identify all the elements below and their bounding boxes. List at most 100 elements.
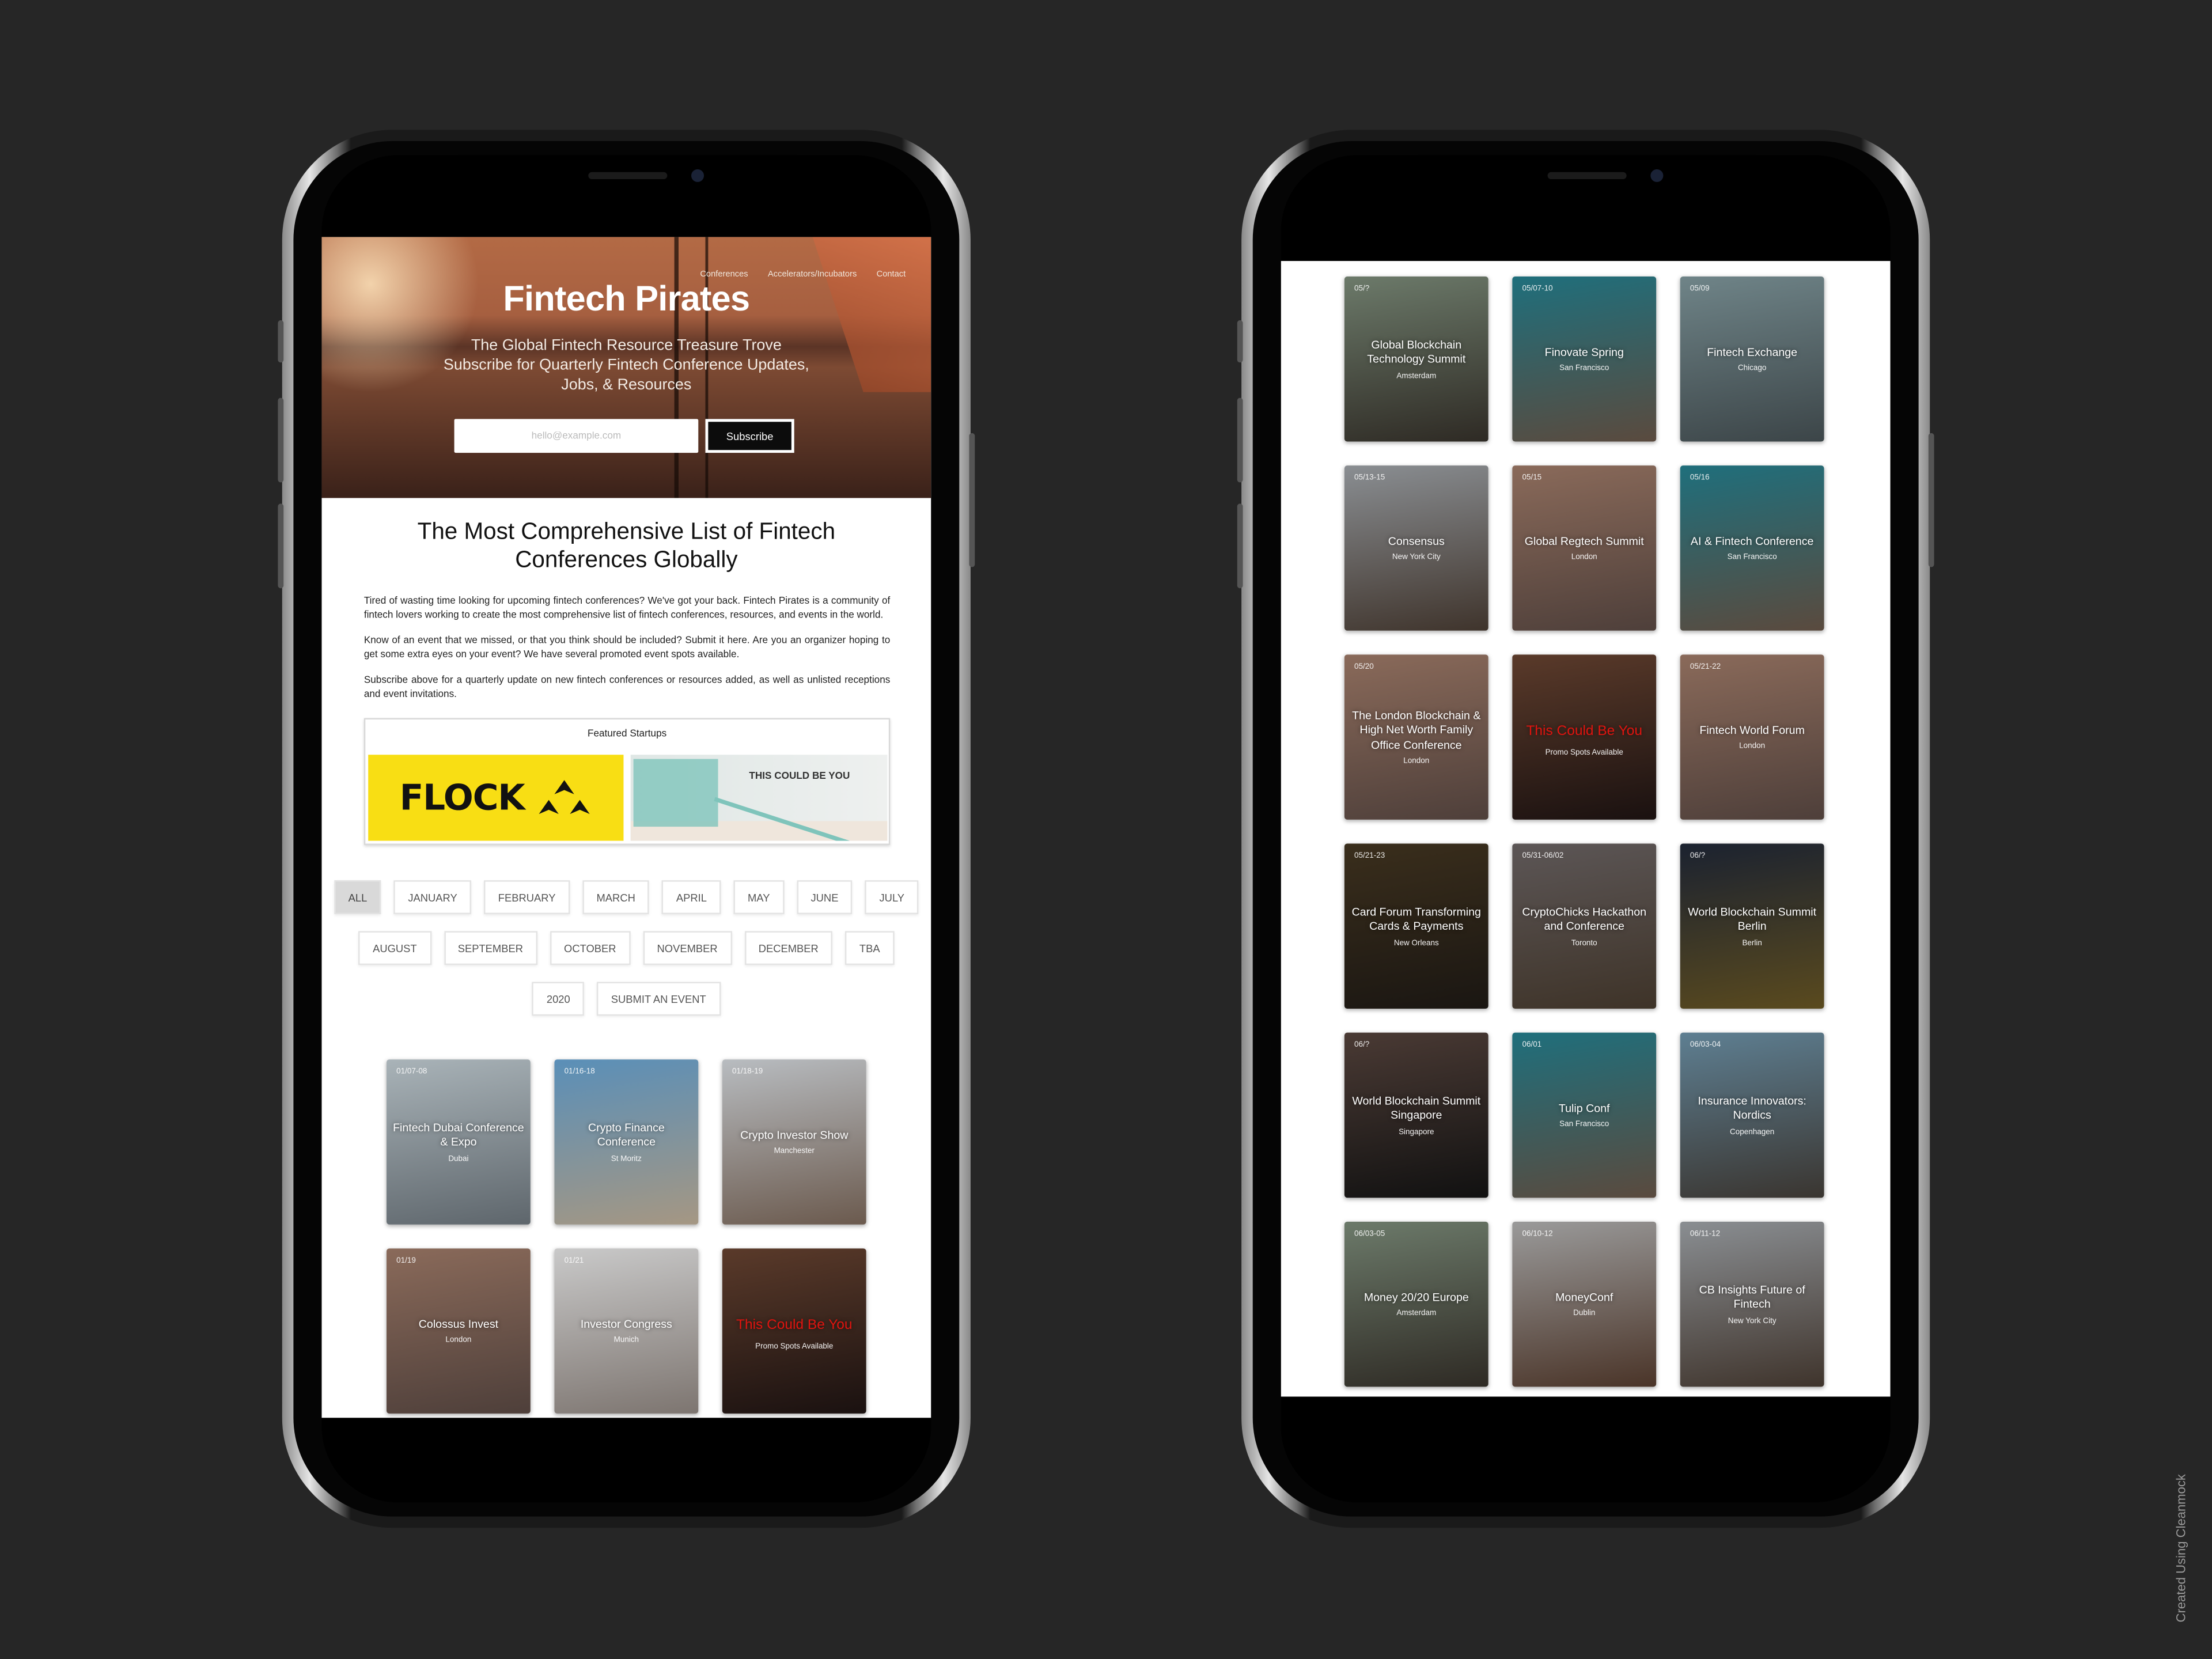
event-card[interactable]: 01/19 Colossus Invest London: [387, 1248, 531, 1414]
filter-february[interactable]: FEBRUARY: [484, 880, 570, 914]
filter-november[interactable]: NOVEMBER: [643, 931, 732, 965]
event-card[interactable]: 05/31-06/02 CryptoChicks Hackathon and C…: [1512, 843, 1657, 1009]
event-city: Promo Spots Available: [755, 1342, 834, 1351]
promo-card[interactable]: This Could Be You Promo Spots Available: [1512, 654, 1657, 820]
filter-submit-an-event[interactable]: SUBMIT AN EVENT: [597, 982, 721, 1016]
filter-december[interactable]: DECEMBER: [744, 931, 833, 965]
event-card[interactable]: 05/09 Fintech Exchange Chicago: [1680, 276, 1824, 442]
filter-tba[interactable]: TBA: [845, 931, 895, 965]
event-date: 05/15: [1522, 474, 1542, 483]
event-city: San Francisco: [1559, 364, 1609, 373]
event-card[interactable]: 05/13-15 Consensus New York City: [1344, 465, 1488, 631]
filter-all[interactable]: ALL: [334, 880, 381, 914]
event-card[interactable]: 06/03-04 Insurance Innovators: Nordics C…: [1680, 1032, 1824, 1198]
event-date: 06/03-04: [1690, 1041, 1721, 1050]
event-card[interactable]: 01/07-08 Fintech Dubai Conference & Expo…: [387, 1059, 531, 1225]
event-card[interactable]: 06/10-12 MoneyConf Dublin: [1512, 1221, 1657, 1387]
filter-row: ALL JANUARY FEBRUARY MARCH APRIL MAY JUNE JULY: [321, 880, 931, 914]
lifeguard-hut-image: [633, 759, 718, 827]
event-title: MoneyConf: [1555, 1290, 1613, 1304]
subscribe-paragraph: Subscribe above for a quarterly update o…: [363, 676, 891, 699]
event-city: London: [445, 1336, 472, 1345]
flock-banner[interactable]: FLOCK: [368, 755, 624, 841]
event-date: 06/?: [1354, 1041, 1370, 1050]
screen: 05/? Global Blockchain Technology Summit…: [1281, 155, 1891, 1503]
event-card[interactable]: 05/15 Global Regtech Summit London: [1512, 465, 1657, 631]
site-title: Fintech Pirates: [503, 279, 750, 319]
filter-april[interactable]: APRIL: [662, 880, 721, 914]
event-city: Berlin: [1742, 938, 1762, 948]
event-date: 01/16-18: [564, 1067, 595, 1077]
event-title: Global Regtech Summit: [1524, 534, 1644, 547]
filter-january[interactable]: JANUARY: [393, 880, 472, 914]
event-card[interactable]: 05/? Global Blockchain Technology Summit…: [1344, 276, 1488, 442]
event-title: Fintech Dubai Conference & Expo: [393, 1120, 524, 1149]
event-card[interactable]: 01/18-19 Crypto Investor Show Manchester: [722, 1059, 866, 1225]
event-title: Global Blockchain Technology Summit: [1367, 338, 1466, 366]
filter-august[interactable]: AUGUST: [358, 931, 431, 965]
filter-july[interactable]: JULY: [865, 880, 919, 914]
filter-september[interactable]: SEPTEMBER: [444, 931, 537, 965]
event-info: The London Blockchain & High Net Worth F…: [1350, 709, 1483, 766]
event-card[interactable]: 05/21-22 Fintech World Forum London: [1680, 654, 1824, 820]
event-card[interactable]: 06/03-05 Money 20/20 Europe Amsterdam: [1344, 1221, 1488, 1387]
event-title: World Blockchain Summit Berlin: [1688, 905, 1817, 933]
event-city: Toronto: [1571, 938, 1597, 948]
event-city: Munich: [613, 1336, 639, 1345]
camera-icon: [1650, 169, 1664, 182]
event-card[interactable]: 05/16 AI & Fintech Conference San Franci…: [1680, 465, 1824, 631]
event-info: This Could Be You Promo Spots Available: [1518, 717, 1650, 757]
event-date: 01/07-08: [396, 1067, 427, 1077]
event-city: Amsterdam: [1396, 372, 1437, 381]
hero-banner: Conferences Accelerators/Incubators Cont…: [321, 237, 931, 498]
event-card[interactable]: 05/21-23 Card Forum Transforming Cards &…: [1344, 843, 1488, 1009]
event-card[interactable]: 01/16-18 Crypto Finance Conference St Mo…: [554, 1059, 699, 1225]
event-info: Crypto Investor Show Manchester: [728, 1128, 861, 1156]
event-title: CryptoChicks Hackathon and Conference: [1522, 905, 1647, 933]
volume-down-button: [1237, 503, 1243, 589]
event-city: Copenhagen: [1730, 1127, 1775, 1137]
subtitle-line: Jobs, & Resources: [561, 376, 692, 394]
event-title: Insurance Innovators: Nordics: [1698, 1094, 1806, 1122]
promo-banner[interactable]: THIS COULD BE YOU: [630, 755, 888, 841]
watermark: Created Using Cleanmock: [2173, 1474, 2188, 1623]
event-title: Money 20/20 Europe: [1363, 1290, 1469, 1304]
event-city: London: [1403, 757, 1430, 766]
event-card[interactable]: 06/11-12 CB Insights Future of Fintech N…: [1680, 1221, 1824, 1387]
event-city: New York City: [1728, 1317, 1777, 1325]
nav-conferences[interactable]: Conferences: [700, 271, 748, 279]
subscribe-button[interactable]: Subscribe: [705, 419, 794, 453]
mute-switch: [278, 320, 284, 363]
phone-right: 05/? Global Blockchain Technology Summit…: [1237, 130, 1934, 1528]
event-title: Card Forum Transforming Cards & Payments: [1351, 905, 1481, 933]
email-input[interactable]: [454, 419, 699, 453]
nav-contact[interactable]: Contact: [877, 271, 906, 279]
filter-march[interactable]: MARCH: [582, 880, 650, 914]
event-info: Colossus Invest London: [392, 1317, 525, 1345]
filter-may[interactable]: MAY: [733, 880, 784, 914]
filter-october[interactable]: OCTOBER: [550, 931, 631, 965]
event-title: Tulip Conf: [1558, 1101, 1610, 1115]
promo-card[interactable]: This Could Be You Promo Spots Available: [722, 1248, 866, 1414]
event-card[interactable]: 05/07-10 Finovate Spring San Francisco: [1512, 276, 1657, 442]
volume-up-button: [1237, 397, 1243, 483]
flock-birds-icon: [539, 779, 590, 813]
filter-june[interactable]: JUNE: [796, 880, 853, 914]
event-card[interactable]: 06/01 Tulip Conf San Francisco: [1512, 1032, 1657, 1198]
event-title: Crypto Finance Conference: [588, 1120, 665, 1149]
webpage: Conferences Accelerators/Incubators Cont…: [321, 237, 931, 1418]
event-date: 06/03-05: [1354, 1230, 1385, 1239]
event-info: Fintech World Forum London: [1686, 724, 1819, 751]
event-card[interactable]: 01/21 Investor Congress Munich: [554, 1248, 699, 1414]
event-card[interactable]: 06/? World Blockchain Summit Singapore S…: [1344, 1032, 1488, 1198]
event-city: Manchester: [774, 1147, 815, 1156]
event-date: 06/01: [1522, 1041, 1542, 1050]
event-card[interactable]: 05/20 The London Blockchain & High Net W…: [1344, 654, 1488, 820]
event-date: 05/?: [1354, 285, 1370, 294]
event-card[interactable]: 06/? World Blockchain Summit Berlin Berl…: [1680, 843, 1824, 1009]
event-city: London: [1739, 742, 1766, 751]
event-city: Dublin: [1573, 1309, 1596, 1318]
event-date: 05/20: [1354, 663, 1374, 672]
nav-accelerators[interactable]: Accelerators/Incubators: [768, 271, 857, 279]
filter-2020[interactable]: 2020: [532, 982, 585, 1016]
